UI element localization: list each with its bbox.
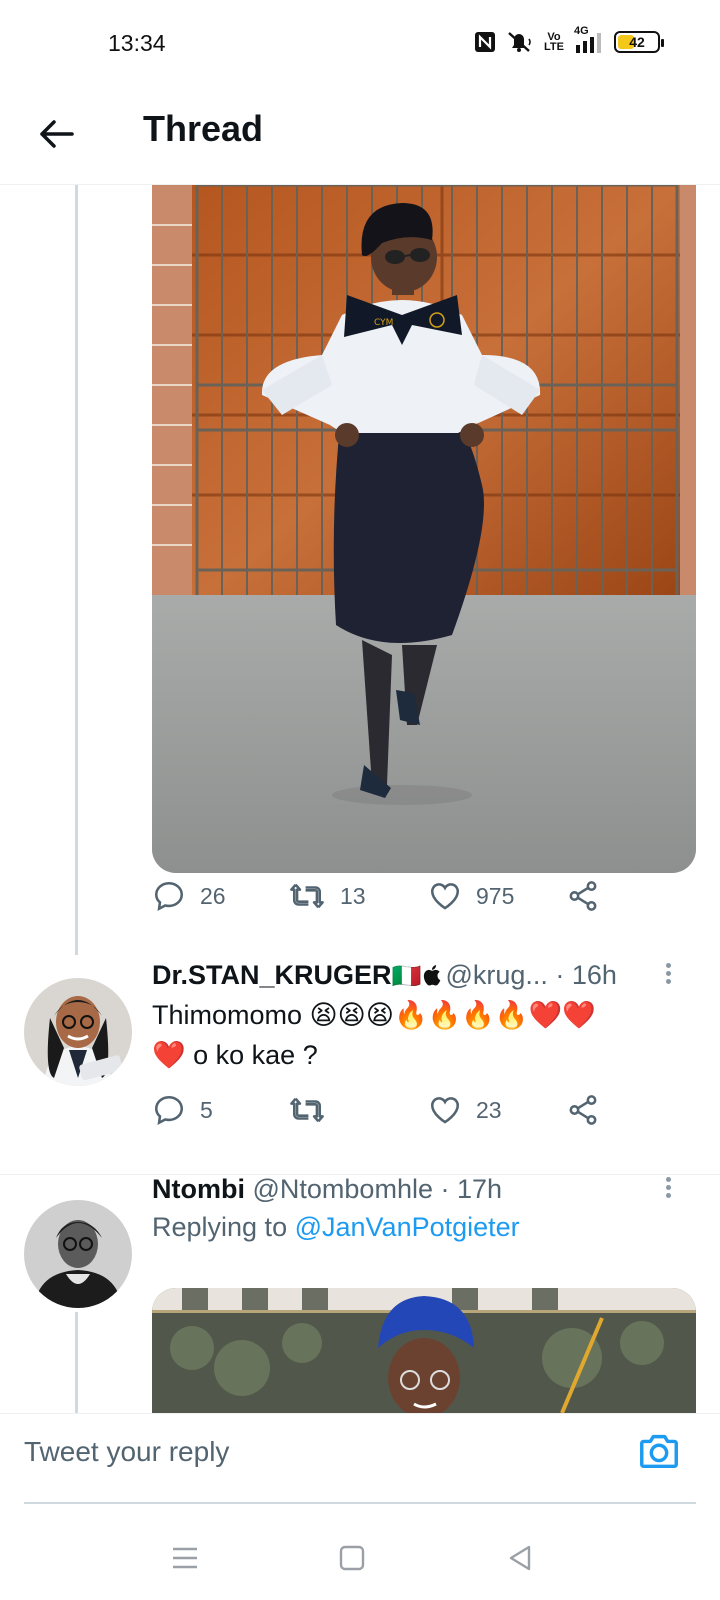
share-icon: [569, 881, 597, 911]
status-bar: 13:34 Vo LTE 4G 42: [0, 0, 720, 90]
tweet-actions: 26 13 975: [152, 876, 696, 916]
nfc-icon: [474, 31, 496, 53]
back-triangle-icon: [509, 1545, 531, 1571]
thread-line: [75, 185, 78, 955]
tweet-header: Dr.STAN_KRUGER🇮🇹 @krug... · 16h: [152, 960, 692, 993]
camera-button[interactable]: [636, 1428, 682, 1474]
tweet-text-line: Thimomomo 😫😫😫🔥🔥🔥🔥❤️❤️: [152, 1000, 596, 1030]
heart-icon: [430, 883, 460, 910]
retweet-button[interactable]: 13: [288, 876, 366, 916]
flag-emoji: 🇮🇹: [391, 963, 422, 990]
reply-button[interactable]: 5: [152, 1090, 213, 1130]
status-time: 13:34: [108, 30, 166, 56]
avatar[interactable]: [24, 1200, 132, 1308]
network-label: 4G: [574, 25, 589, 37]
battery-level: 42: [629, 34, 645, 50]
tweet-time: · 17h: [440, 1174, 503, 1204]
thread-header: Thread: [0, 90, 720, 185]
reply-count: 26: [200, 882, 226, 909]
tweet-actions: 5 23: [152, 1090, 696, 1130]
tweet-reply-1[interactable]: Dr.STAN_KRUGER🇮🇹 @krug... · 16h Thimomomo…: [0, 960, 720, 1175]
menu-icon: [173, 1547, 197, 1569]
like-button[interactable]: 975: [428, 876, 514, 916]
mute-icon: [506, 30, 534, 54]
retweet-button[interactable]: [288, 1090, 340, 1130]
home-square-icon: [339, 1545, 365, 1571]
tweet-photo[interactable]: CYM: [152, 185, 696, 873]
signal-4g-icon: 4G: [574, 25, 604, 53]
tweet-text-line: ❤️ o ko kae ?: [152, 1040, 318, 1070]
retweet-icon: [290, 1097, 324, 1123]
camera-icon: [640, 1434, 678, 1469]
status-icons: Vo LTE 4G 42: [474, 25, 664, 54]
share-button[interactable]: [566, 876, 600, 916]
like-count: 23: [476, 1096, 502, 1123]
reply-count: 5: [200, 1096, 213, 1123]
tweet-header: Ntombi @Ntombomhle · 17h: [152, 1174, 692, 1205]
retweet-count: 13: [340, 882, 366, 909]
display-name[interactable]: Ntombi: [152, 1174, 245, 1204]
reply-composer: [0, 1413, 720, 1504]
like-button[interactable]: 23: [428, 1090, 502, 1130]
menu-button[interactable]: [165, 1538, 205, 1578]
share-icon: [569, 1095, 597, 1125]
reply-icon: [154, 881, 184, 912]
apple-icon: [423, 962, 441, 993]
retweet-icon: [290, 883, 324, 909]
more-options-button[interactable]: [658, 1174, 678, 1206]
tweet-time: · 16h: [555, 960, 617, 990]
heart-icon: [430, 1097, 460, 1124]
replying-to: Replying to @JanVanPotgieter: [152, 1212, 520, 1243]
tweet-text: Thimomomo 😫😫😫🔥🔥🔥🔥❤️❤️ ❤️ o ko kae ?: [152, 995, 690, 1075]
home-button[interactable]: [332, 1538, 372, 1578]
back-button[interactable]: [34, 112, 78, 156]
tweet-photo[interactable]: [152, 1288, 696, 1413]
volte-icon: Vo LTE: [544, 31, 564, 53]
mention-link[interactable]: @JanVanPotgieter: [295, 1212, 520, 1242]
user-handle: @krug...: [445, 960, 548, 990]
thread-line: [75, 1312, 78, 1413]
nav-back-button[interactable]: [500, 1538, 540, 1578]
more-options-button[interactable]: [658, 960, 678, 992]
svg-text:CYM: CYM: [374, 318, 393, 328]
system-nav-bar: [0, 1500, 720, 1600]
reply-input[interactable]: [24, 1430, 604, 1474]
reply-icon: [154, 1095, 184, 1126]
avatar[interactable]: [24, 978, 132, 1086]
display-name[interactable]: Dr.STAN_KRUGER: [152, 960, 392, 990]
share-button[interactable]: [566, 1090, 600, 1130]
replying-to-label: Replying to: [152, 1212, 288, 1242]
page-title: Thread: [143, 108, 264, 149]
battery-indicator: 42: [614, 31, 664, 53]
user-handle: @Ntombomhle: [252, 1174, 433, 1204]
arrow-left-icon: [40, 120, 74, 148]
like-count: 975: [476, 882, 515, 909]
reply-button[interactable]: 26: [152, 876, 226, 916]
